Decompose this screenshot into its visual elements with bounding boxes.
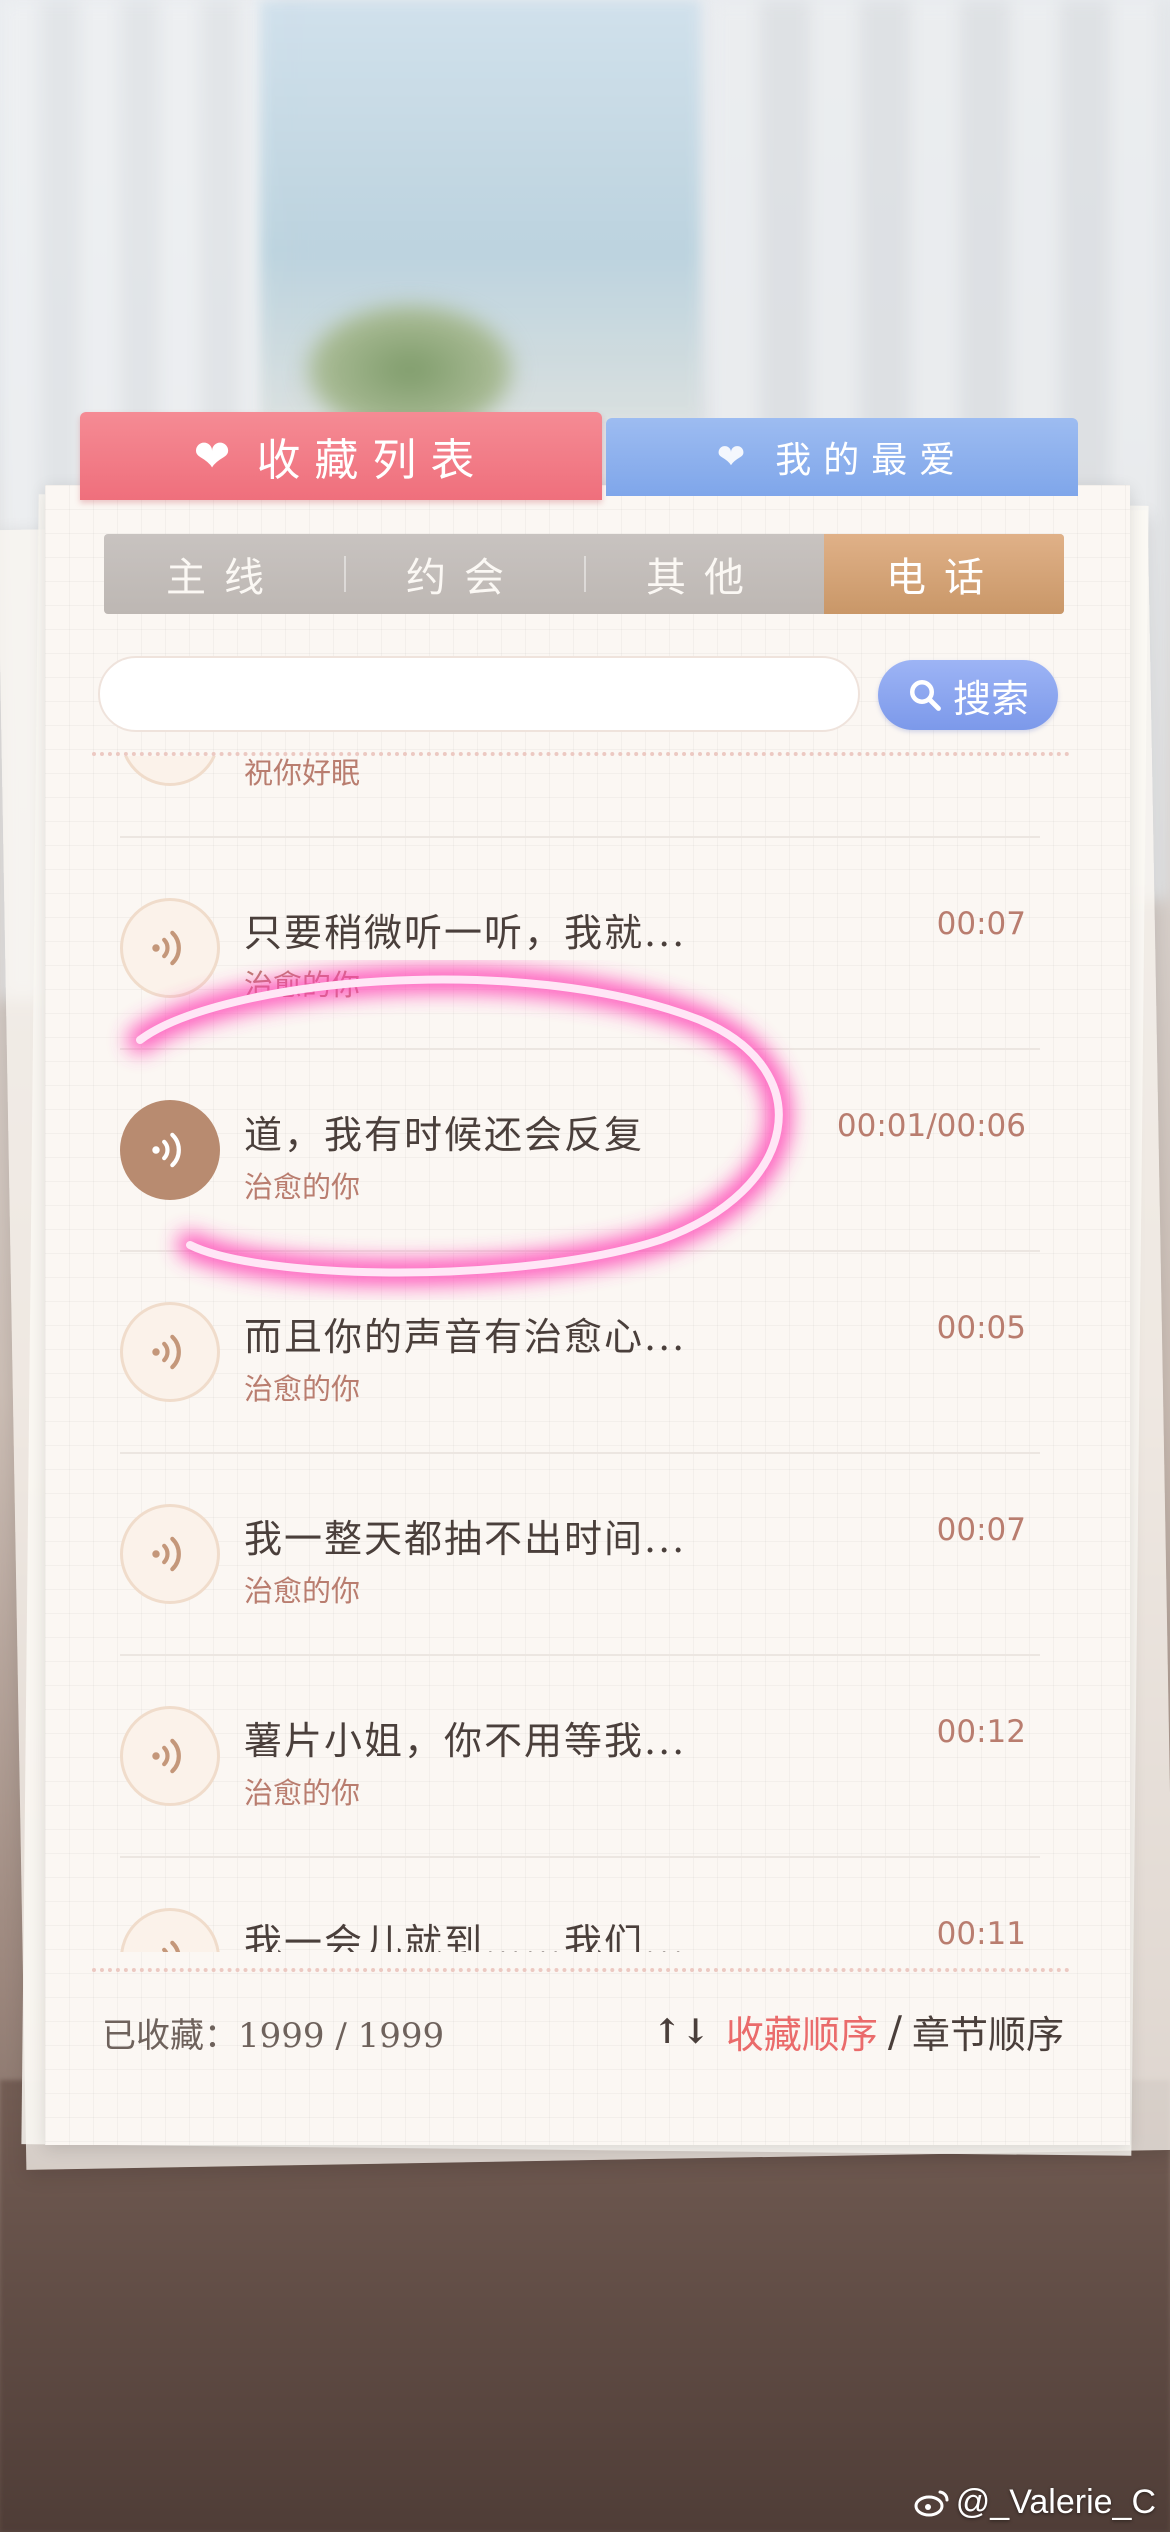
sort-toggle: ↑↓ 收藏顺序 / 章节顺序 [653,2004,1064,2059]
sound-icon [120,1706,220,1806]
collected-count: 已收藏：1999 / 1999 [102,2008,444,2057]
search-button[interactable]: 搜索 [878,660,1058,730]
tab-my-love-label: 我的最爱 [775,440,968,481]
list-item-playing[interactable]: 道，我有时候还会反复 治愈的你 00:01/00:06 [120,1050,1040,1252]
call-subtitle: 治愈的你 [244,968,361,1002]
call-duration: 00:01/00:06 [836,1108,1026,1144]
call-duration: 00:12 [936,1714,1026,1750]
call-subtitle: 治愈的你 [244,1372,361,1406]
category-label: 其他 [646,555,762,601]
count-value: 1999 / 1999 [238,2016,445,2056]
category-tabs: 主线 约会 其他 电话 [104,534,1064,614]
category-tab-main[interactable]: 主线 [104,534,344,614]
call-subtitle: 治愈的你 [244,1170,361,1204]
category-label: 主线 [166,555,282,601]
category-tab-other[interactable]: 其他 [584,534,824,614]
category-tab-phone[interactable]: 电话 [824,534,1064,614]
call-duration: 00:07 [936,1512,1026,1548]
divider-dotted-bottom [92,1968,1070,1972]
call-subtitle: 治愈的你 [244,1776,361,1810]
tab-my-love[interactable]: ❤ 我的最爱 [606,418,1078,496]
category-label: 电话 [886,555,1002,601]
category-label: 约会 [406,555,522,601]
call-title: 我一整天都抽不出时间... [244,1517,687,1561]
sort-by-collection[interactable]: 收藏顺序 [726,2004,878,2059]
search-icon [909,680,941,711]
heart-icon: ❤ [193,430,231,482]
phone-call-list: 祝你好眠 只要稍微听一听，我就... 治愈的你 00:07 道，我有时候还会反复… [120,756,1040,1952]
double-heart-icon: ❤ [716,437,746,477]
call-subtitle: 治愈的你 [244,1574,361,1608]
list-item[interactable]: 只要稍微听一听，我就... 治愈的你 00:07 [120,848,1040,1050]
call-title: 我一会儿就到……我们... [244,1921,687,1952]
list-item[interactable]: 我一会儿就到……我们... 00:11 [120,1858,1040,1952]
call-title: 而且你的声音有治愈心... [244,1315,687,1359]
search-input[interactable] [98,656,860,732]
sound-playing-icon [120,1100,220,1200]
tab-favorites-list[interactable]: ❤ 收藏列表 [80,412,602,500]
watermark: @_Valerie_C [914,2483,1156,2522]
call-duration: 00:05 [936,1310,1026,1346]
list-item[interactable]: 薯片小姐，你不用等我... 治愈的你 00:12 [120,1656,1040,1858]
category-tab-date[interactable]: 约会 [344,534,584,614]
sort-arrows-icon[interactable]: ↑↓ [653,2012,710,2052]
search-button-label: 搜索 [952,676,1029,721]
sound-icon [120,1504,220,1604]
watermark-text: @_Valerie_C [955,2483,1156,2521]
call-title: 薯片小姐，你不用等我... [244,1719,687,1763]
sound-icon [120,1908,220,1952]
sort-separator: / [887,2007,902,2056]
count-label: 已收藏： [102,2016,238,2056]
sound-icon [120,756,220,786]
sound-icon [120,898,220,998]
tab-favorites-label: 收藏列表 [256,435,489,486]
call-title: 只要稍微听一听，我就... [244,911,687,955]
sound-icon [120,1302,220,1402]
call-subtitle: 祝你好眠 [244,756,361,790]
list-item[interactable]: 我一整天都抽不出时间... 治愈的你 00:07 [120,1454,1040,1656]
list-item[interactable]: 而且你的声音有治愈心... 治愈的你 00:05 [120,1252,1040,1454]
sort-by-chapter[interactable]: 章节顺序 [912,2004,1064,2059]
call-title: 道，我有时候还会反复 [244,1113,645,1157]
call-duration: 00:11 [936,1916,1026,1952]
list-item[interactable]: 祝你好眠 [120,756,1040,838]
call-duration: 00:07 [936,906,1026,942]
weibo-icon [914,2490,949,2516]
